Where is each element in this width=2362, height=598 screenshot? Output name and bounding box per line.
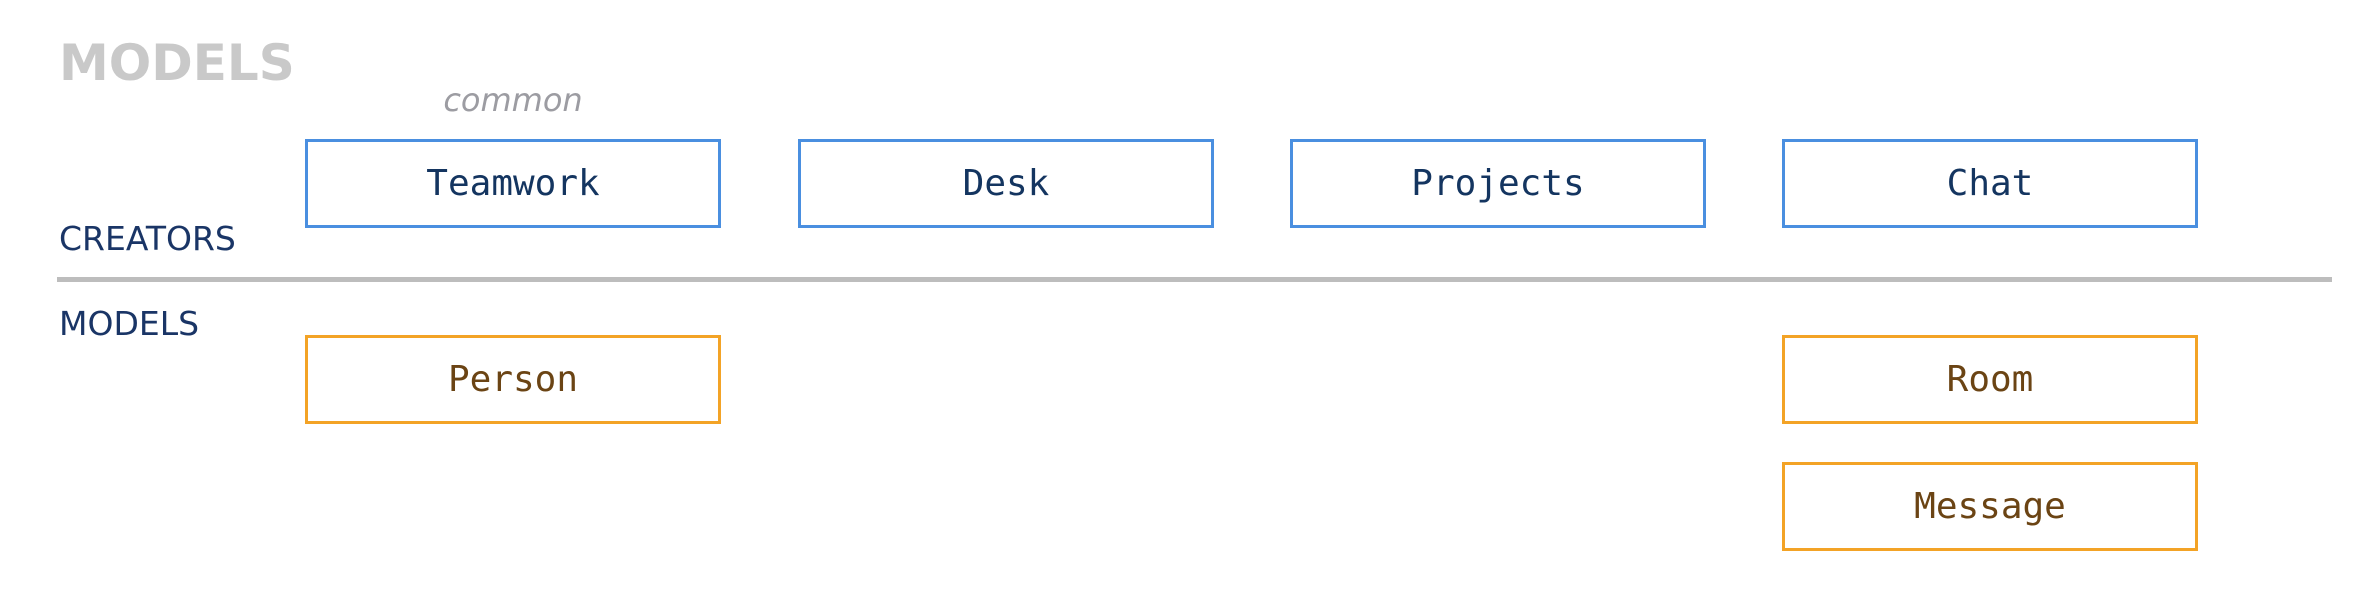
model-node-room: Room [1782,335,2198,424]
creator-node-label: Desk [962,163,1050,204]
model-node-person: Person [305,335,721,424]
creator-node-label: Teamwork [426,163,600,204]
column-caption-common: common [443,81,583,119]
creator-node-desk: Desk [798,139,1214,228]
model-node-label: Person [447,359,579,400]
model-node-label: Room [1946,359,2034,400]
row-label-models: MODELS [59,304,200,343]
row-label-creators: CREATORS [59,219,236,258]
creator-node-projects: Projects [1290,139,1706,228]
page-title: MODELS [59,34,295,92]
creator-node-label: Projects [1411,163,1585,204]
creator-node-chat: Chat [1782,139,2198,228]
divider [57,277,2332,282]
model-node-message: Message [1782,462,2198,551]
creator-node-teamwork: Teamwork [305,139,721,228]
creator-node-label: Chat [1946,163,2034,204]
model-node-label: Message [1914,486,2066,527]
